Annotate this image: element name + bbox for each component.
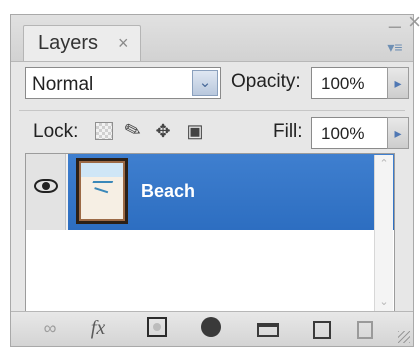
- lock-all-icon[interactable]: ▣: [183, 119, 207, 143]
- tab-layers-label: Layers: [38, 32, 99, 54]
- fill-label: Fill:: [273, 121, 303, 142]
- folder-icon[interactable]: [257, 323, 279, 337]
- eye-icon: [34, 179, 58, 193]
- blend-mode-value: Normal: [32, 74, 94, 95]
- opacity-field[interactable]: 100%: [311, 67, 389, 99]
- fx-icon[interactable]: fx: [85, 317, 111, 339]
- scrollbar[interactable]: ⌃ ⌄: [374, 155, 393, 311]
- layer-name[interactable]: Beach: [141, 181, 195, 202]
- scroll-down-icon[interactable]: ⌄: [376, 294, 392, 310]
- layers-list: Beach ⌃ ⌄: [25, 153, 395, 313]
- visibility-toggle[interactable]: [26, 154, 66, 230]
- panel-footer: ∞ fx: [11, 311, 413, 346]
- fill-field[interactable]: 100%: [311, 117, 389, 149]
- opacity-slider-arrow-icon[interactable]: ▸: [387, 67, 409, 99]
- thumbnail-image: [81, 163, 123, 219]
- lock-transparency-icon[interactable]: [95, 122, 113, 140]
- chevron-down-icon[interactable]: ⌄: [192, 70, 218, 96]
- opacity-value: 100%: [321, 74, 365, 93]
- minimize-icon[interactable]: –: [389, 13, 401, 39]
- tab-layers[interactable]: Layers ×: [23, 25, 141, 61]
- lock-image-pixels-icon[interactable]: ✎: [118, 116, 148, 146]
- panel-header: Layers × – × ▾≡: [11, 9, 420, 62]
- scroll-up-icon[interactable]: ⌃: [376, 156, 392, 172]
- lock-label: Lock:: [33, 121, 79, 142]
- trash-icon[interactable]: [357, 321, 373, 339]
- panel-menu-icon[interactable]: ▾≡: [381, 39, 409, 57]
- layers-panel: Layers × – × ▾≡ Normal ⌄ Opacity: 100% ▸…: [10, 9, 420, 347]
- blend-mode-select[interactable]: Normal ⌄: [25, 67, 221, 99]
- mask-icon[interactable]: [147, 317, 167, 337]
- resize-grip-icon[interactable]: [398, 331, 410, 343]
- divider: [19, 110, 405, 111]
- new-layer-icon[interactable]: [313, 321, 331, 339]
- blend-opacity-row: Normal ⌄ Opacity: 100% ▸: [11, 65, 413, 109]
- lock-fill-row: Lock: ✎ ✥ ▣ Fill: 100% ▸: [11, 115, 413, 151]
- tab-close-icon[interactable]: ×: [118, 33, 129, 54]
- fill-slider-arrow-icon[interactable]: ▸: [387, 117, 409, 149]
- fill-value: 100%: [321, 124, 365, 143]
- lock-position-icon[interactable]: ✥: [151, 119, 175, 143]
- layer-thumbnail: [76, 158, 128, 224]
- layer-row[interactable]: Beach: [26, 154, 394, 230]
- close-icon[interactable]: ×: [408, 9, 420, 35]
- link-icon[interactable]: ∞: [37, 317, 63, 339]
- adjustment-icon[interactable]: [201, 317, 221, 337]
- opacity-label: Opacity:: [231, 71, 301, 92]
